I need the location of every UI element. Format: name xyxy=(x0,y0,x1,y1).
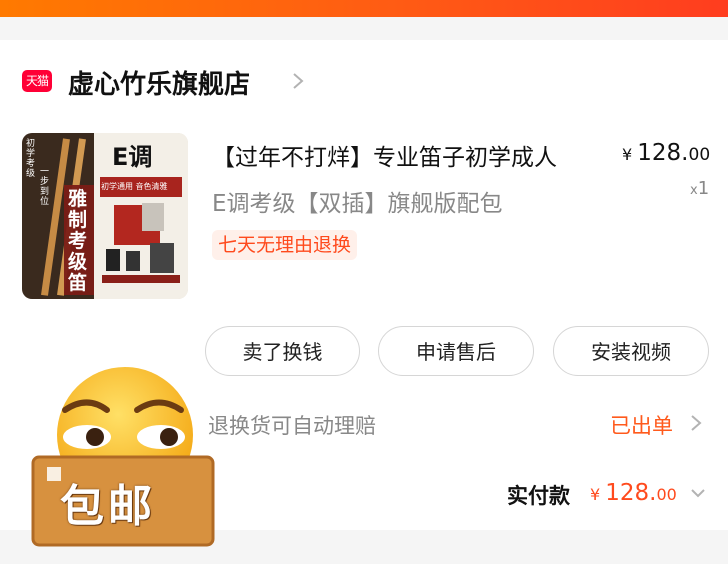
paid-amount-label: 实付款 xyxy=(507,484,570,508)
product-spec: E调考级【双插】旗舰版配包 xyxy=(212,191,503,217)
quantity-value: 1 xyxy=(697,178,710,199)
top-accent-bar xyxy=(0,0,728,17)
price-integer: 128. xyxy=(637,140,689,166)
free-shipping-sticker-text: 包邮 xyxy=(60,481,156,532)
sell-button[interactable]: 卖了换钱 xyxy=(205,326,360,376)
return-policy-tag: 七天无理由退换 xyxy=(212,230,358,260)
paid-decimal: 00 xyxy=(656,485,677,504)
product-image-side-label-1: 初学考级 xyxy=(26,139,36,179)
quantity-prefix: x xyxy=(690,183,698,198)
paid-integer: 128. xyxy=(605,480,657,506)
product-image-banner: 雅制考级笛 xyxy=(68,188,88,294)
after-sale-button[interactable]: 申请售后 xyxy=(378,326,534,376)
tmall-badge: 天猫 xyxy=(22,70,52,92)
price-decimal: 00 xyxy=(688,145,711,165)
currency-symbol: ¥ xyxy=(590,485,601,504)
chevron-right-icon[interactable] xyxy=(292,72,304,90)
currency-symbol: ¥ xyxy=(622,145,633,164)
install-video-button[interactable]: 安装视频 xyxy=(553,326,709,376)
product-image-key-label: E调 xyxy=(112,143,153,171)
product-image-side-label-2: 一步到位 xyxy=(40,167,50,207)
chevron-right-icon[interactable] xyxy=(690,414,702,432)
item-price: ¥ 128.00 xyxy=(622,140,710,166)
item-quantity: x1 xyxy=(690,178,709,199)
chevron-down-icon[interactable] xyxy=(690,487,706,499)
paid-amount: ¥ 128.00 xyxy=(590,480,677,506)
shop-name[interactable]: 虚心竹乐旗舰店 xyxy=(68,64,250,101)
product-image[interactable]: E调 初学通用 音色清雅 初学考级 一步到位 雅制考级笛 xyxy=(22,133,188,299)
product-image-subtitle: 初学通用 音色清雅 xyxy=(101,182,168,191)
auto-claim-note: 退换货可自动理赔 xyxy=(208,414,376,438)
shipping-status[interactable]: 已出单 xyxy=(610,410,673,440)
product-title[interactable]: 【过年不打烊】专业笛子初学成人 xyxy=(212,138,557,172)
